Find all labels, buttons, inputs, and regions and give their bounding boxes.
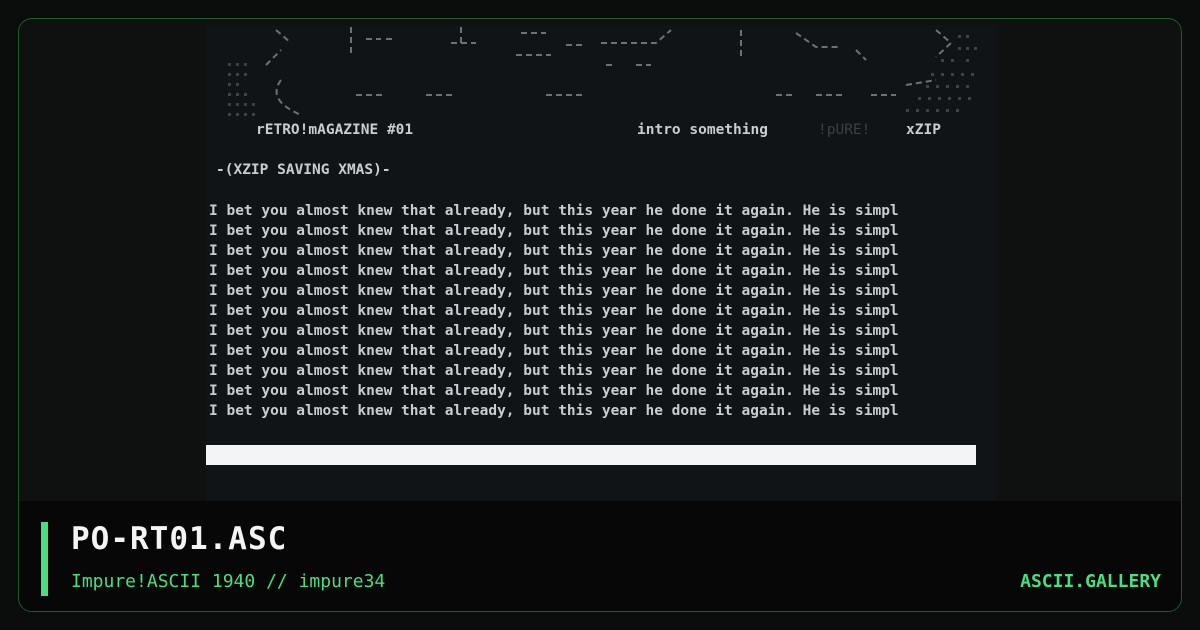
site-brand-link[interactable]: ASCII.GALLERY <box>1020 571 1161 592</box>
body-text-line: I bet you almost knew that already, but … <box>209 283 899 299</box>
body-text-line: I bet you almost knew that already, but … <box>209 403 899 419</box>
ascii-screenshot: rETRO!mAGAZINE #01 intro something !pURE… <box>206 25 996 501</box>
magazine-header-label: rETRO!mAGAZINE #01 <box>256 122 414 138</box>
intro-header-label: intro something <box>637 122 768 138</box>
body-text-line: I bet you almost knew that already, but … <box>209 243 899 259</box>
card-frame: rETRO!mAGAZINE #01 intro something !pURE… <box>18 18 1182 612</box>
body-text-line: I bet you almost knew that already, but … <box>209 223 899 239</box>
ascii-logo-art <box>228 27 977 116</box>
ghost-group-label: !pURE! <box>818 122 871 138</box>
body-text-line: I bet you almost knew that already, but … <box>209 323 899 339</box>
body-text-line: I bet you almost knew that already, but … <box>209 303 899 319</box>
body-text-line: I bet you almost knew that already, but … <box>209 343 899 359</box>
file-subtitle: Impure!ASCII 1940 // impure34 <box>71 571 386 592</box>
white-scroll-bar <box>206 445 976 465</box>
body-text-line: I bet you almost knew that already, but … <box>209 383 899 399</box>
section-heading: -(XZIP SAVING XMAS)- <box>216 162 391 178</box>
file-title: PO-RT01.ASC <box>71 521 288 557</box>
info-footer: PO-RT01.ASC Impure!ASCII 1940 // impure3… <box>19 501 1181 611</box>
body-text-line: I bet you almost knew that already, but … <box>209 363 899 379</box>
author-header-label: xZIP <box>906 122 941 138</box>
body-text-line: I bet you almost knew that already, but … <box>209 203 899 219</box>
body-text-line: I bet you almost knew that already, but … <box>209 263 899 279</box>
body-text-block: I bet you almost knew that already, but … <box>209 201 899 421</box>
accent-bar <box>41 522 48 596</box>
